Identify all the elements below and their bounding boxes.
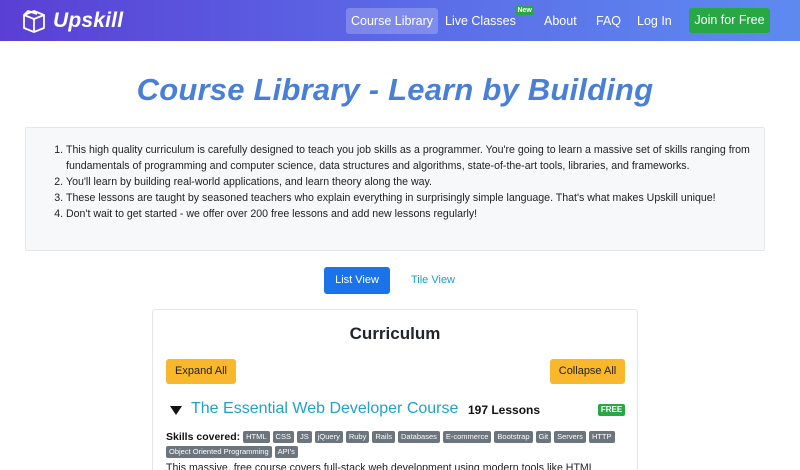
intro-point: Don't wait to get started - we offer ove… — [66, 206, 750, 222]
skill-tag: Bootstrap — [494, 431, 533, 443]
skill-tag: Git — [535, 431, 552, 443]
skill-tag: Servers — [554, 431, 586, 443]
intro-box: This high quality curriculum is carefull… — [25, 127, 765, 251]
list-view-button[interactable]: List View — [324, 267, 390, 294]
new-badge: New — [515, 6, 534, 15]
course-title-link[interactable]: The Essential Web Developer Course — [191, 400, 458, 418]
skill-tag: Rails — [372, 431, 396, 443]
skill-tag: jQuery — [314, 431, 343, 443]
skill-tag: API's — [274, 446, 298, 458]
nav-live-classes[interactable]: Live Classes New — [440, 6, 534, 34]
brand-name: Upskill — [53, 9, 124, 32]
nav-live-classes-label: Live Classes — [445, 14, 516, 28]
intro-point: This high quality curriculum is carefull… — [66, 142, 750, 174]
skill-tag: Object Oriented Programming — [166, 446, 272, 458]
intro-point: You'll learn by building real-world appl… — [66, 174, 750, 190]
brand-logo[interactable]: Upskill — [21, 8, 123, 34]
skill-tag: Databases — [398, 431, 440, 443]
free-badge: FREE — [598, 404, 625, 416]
intro-list: This high quality curriculum is carefull… — [66, 142, 750, 222]
lesson-count: 197 Lessons — [468, 403, 541, 417]
intro-point: These lessons are taught by seasoned tea… — [66, 190, 750, 206]
nav-log-in[interactable]: Log In — [632, 8, 677, 34]
open-box-icon — [23, 10, 45, 33]
skill-tag: CSS — [272, 431, 294, 443]
skills-row: Skills covered: HTML CSS JS jQuery Ruby … — [166, 431, 626, 458]
nav-about[interactable]: About — [539, 8, 582, 34]
skill-tag: JS — [296, 431, 312, 443]
nav-course-library[interactable]: Course Library — [346, 8, 438, 34]
top-navbar: Upskill Course Library Live Classes New … — [0, 0, 800, 41]
join-for-free-button[interactable]: Join for Free — [689, 8, 770, 33]
tile-view-button[interactable]: Tile View — [403, 267, 463, 294]
collapse-all-button[interactable]: Collapse All — [550, 359, 625, 384]
caret-down-icon[interactable] — [170, 406, 182, 415]
curriculum-card: Curriculum Expand All Collapse All The E… — [152, 309, 638, 470]
course-description: This massive, free course covers full-st… — [166, 462, 595, 470]
skills-label: Skills covered: — [166, 431, 241, 443]
skill-tag: HTTP — [588, 431, 615, 443]
expand-all-button[interactable]: Expand All — [166, 359, 236, 384]
nav-faq[interactable]: FAQ — [591, 8, 626, 34]
curriculum-title: Curriculum — [349, 324, 441, 343]
skill-tag: Ruby — [345, 431, 370, 443]
page-title: Course Library - Learn by Building — [136, 72, 654, 107]
skill-tag: HTML — [243, 431, 270, 443]
skill-tag: E-commerce — [442, 431, 492, 443]
